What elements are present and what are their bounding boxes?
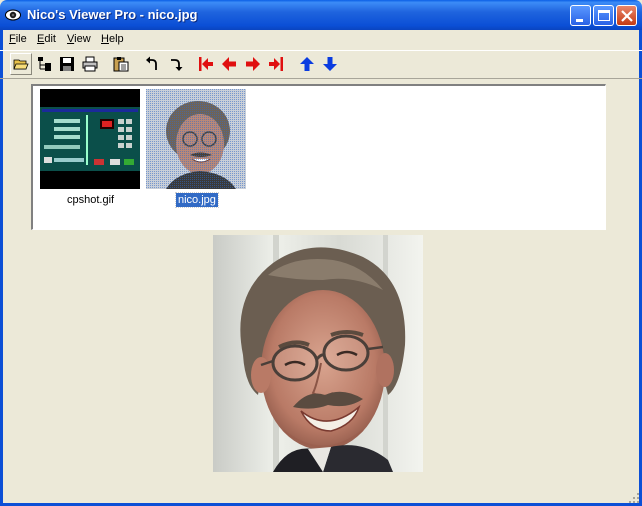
resize-grip[interactable] — [628, 492, 640, 504]
tree-view-button[interactable] — [34, 53, 56, 75]
close-icon — [621, 10, 633, 22]
thumbnail-label-nico[interactable]: nico.jpg — [175, 192, 219, 208]
minimize-icon — [576, 19, 583, 22]
thumbnail-nico[interactable] — [146, 89, 246, 189]
thumbnail-panel[interactable]: cpshot.gif nico.jpg — [31, 84, 606, 230]
tree-view-icon — [38, 57, 51, 71]
previous-image-button[interactable] — [218, 53, 240, 75]
close-button[interactable] — [616, 5, 637, 26]
arrow-down-icon — [323, 57, 337, 71]
last-image-button[interactable] — [265, 53, 287, 75]
previous-image-icon — [222, 57, 236, 71]
arrow-up-icon — [300, 57, 314, 71]
maximize-button[interactable] — [593, 5, 614, 26]
first-image-icon — [199, 57, 213, 71]
window-title: Nico's Viewer Pro - nico.jpg — [27, 7, 198, 22]
menu-help[interactable]: Help — [101, 33, 124, 45]
maximize-icon — [598, 10, 610, 21]
eye-app-icon — [5, 9, 21, 21]
minimize-button[interactable] — [570, 5, 591, 26]
open-folder-icon — [13, 59, 29, 70]
menu-file[interactable]: File — [9, 33, 27, 45]
move-down-button[interactable] — [319, 53, 341, 75]
next-image-icon — [246, 57, 260, 71]
save-button[interactable] — [56, 53, 78, 75]
rotate-left-icon — [146, 56, 157, 70]
rotate-left-button[interactable] — [141, 53, 163, 75]
next-image-button[interactable] — [242, 53, 264, 75]
thumbnail-cpshot[interactable] — [40, 89, 140, 189]
toolbar — [0, 50, 642, 79]
last-image-icon — [269, 57, 283, 71]
print-button[interactable] — [79, 53, 101, 75]
thumbnail-label-cpshot[interactable]: cpshot.gif — [67, 193, 114, 207]
window-frame-left — [0, 30, 3, 506]
save-icon — [60, 57, 74, 71]
rotate-right-button[interactable] — [164, 53, 186, 75]
rotate-right-icon — [171, 59, 183, 71]
main-image-view[interactable] — [213, 235, 423, 472]
open-button[interactable] — [10, 53, 32, 75]
menu-bar: File Edit View Help — [0, 30, 642, 50]
paste-icon — [113, 57, 129, 72]
menu-edit[interactable]: Edit — [37, 33, 56, 45]
paste-button[interactable] — [110, 53, 132, 75]
menu-view[interactable]: View — [67, 33, 91, 45]
first-image-button[interactable] — [195, 53, 217, 75]
title-bar[interactable]: Nico's Viewer Pro - nico.jpg — [0, 0, 642, 30]
move-up-button[interactable] — [296, 53, 318, 75]
print-icon — [82, 56, 98, 72]
